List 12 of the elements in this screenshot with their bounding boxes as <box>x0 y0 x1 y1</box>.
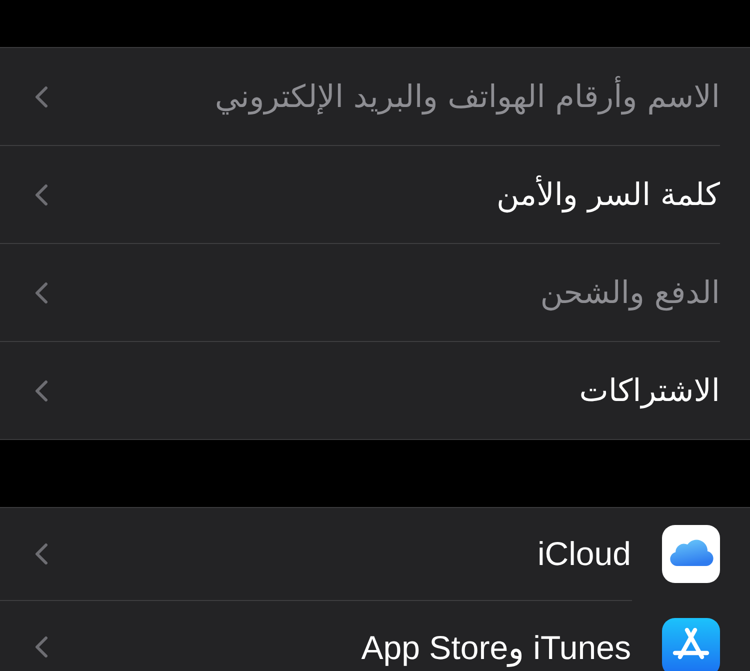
chevron-icon <box>35 86 48 108</box>
settings-row[interactable]: iCloud <box>0 508 750 600</box>
cloud-icon <box>662 525 720 583</box>
settings-row[interactable]: iTunes وApp Store <box>0 601 750 671</box>
settings-row[interactable]: كلمة السر والأمن <box>0 146 750 243</box>
chevron-icon <box>35 636 48 658</box>
settings-row[interactable]: الاشتراكات <box>0 342 750 439</box>
chevron-icon <box>35 380 48 402</box>
chevron-icon <box>35 184 48 206</box>
chevron-icon <box>35 282 48 304</box>
app-store-icon <box>662 618 720 671</box>
chevron-icon <box>35 543 48 565</box>
